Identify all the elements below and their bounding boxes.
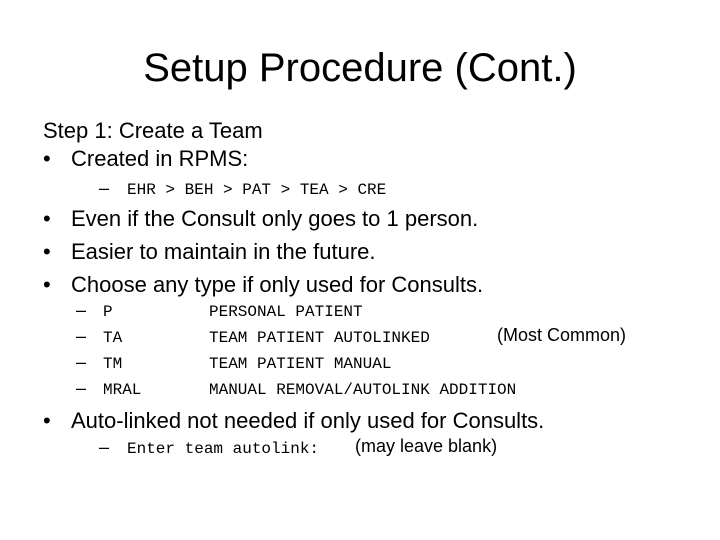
team-type-description: PERSONAL PATIENT bbox=[209, 303, 363, 321]
team-type-description: TEAM PATIENT MANUAL bbox=[209, 355, 392, 373]
bullet-glyph: • bbox=[43, 146, 51, 171]
team-type-code: P bbox=[103, 303, 113, 321]
dash-glyph: – bbox=[76, 300, 87, 320]
dash-glyph: – bbox=[76, 326, 87, 346]
bullet-text: Created in RPMS: bbox=[71, 146, 249, 171]
bullet-text: Choose any type if only used for Consult… bbox=[71, 272, 484, 297]
autolink-prompt: Enter team autolink: bbox=[127, 440, 320, 458]
team-type-description: MANUAL REMOVAL/AUTOLINK ADDITION bbox=[209, 381, 517, 399]
team-type-note: (Most Common) bbox=[497, 325, 627, 345]
dash-glyph: – bbox=[76, 378, 87, 398]
dash-glyph: – bbox=[99, 437, 110, 457]
bullet-text: Easier to maintain in the future. bbox=[71, 239, 376, 264]
bullet-text: Auto-linked not needed if only used for … bbox=[71, 408, 545, 433]
bullet-glyph: • bbox=[43, 408, 51, 433]
autolink-note: (may leave blank) bbox=[355, 436, 498, 456]
slide-title: Setup Procedure (Cont.) bbox=[143, 46, 577, 90]
team-type-code: TM bbox=[103, 355, 123, 373]
rpms-menu-path: EHR > BEH > PAT > TEA > CRE bbox=[127, 181, 387, 199]
step-heading: Step 1: Create a Team bbox=[43, 118, 263, 143]
dash-glyph: – bbox=[99, 178, 110, 198]
team-type-code: TA bbox=[103, 329, 123, 347]
bullet-glyph: • bbox=[43, 206, 51, 231]
team-type-code: MRAL bbox=[103, 381, 142, 399]
bullet-glyph: • bbox=[43, 239, 51, 264]
team-type-description: TEAM PATIENT AUTOLINKED bbox=[209, 329, 430, 347]
bullet-text: Even if the Consult only goes to 1 perso… bbox=[71, 206, 479, 231]
dash-glyph: – bbox=[76, 352, 87, 372]
bullet-glyph: • bbox=[43, 272, 51, 297]
